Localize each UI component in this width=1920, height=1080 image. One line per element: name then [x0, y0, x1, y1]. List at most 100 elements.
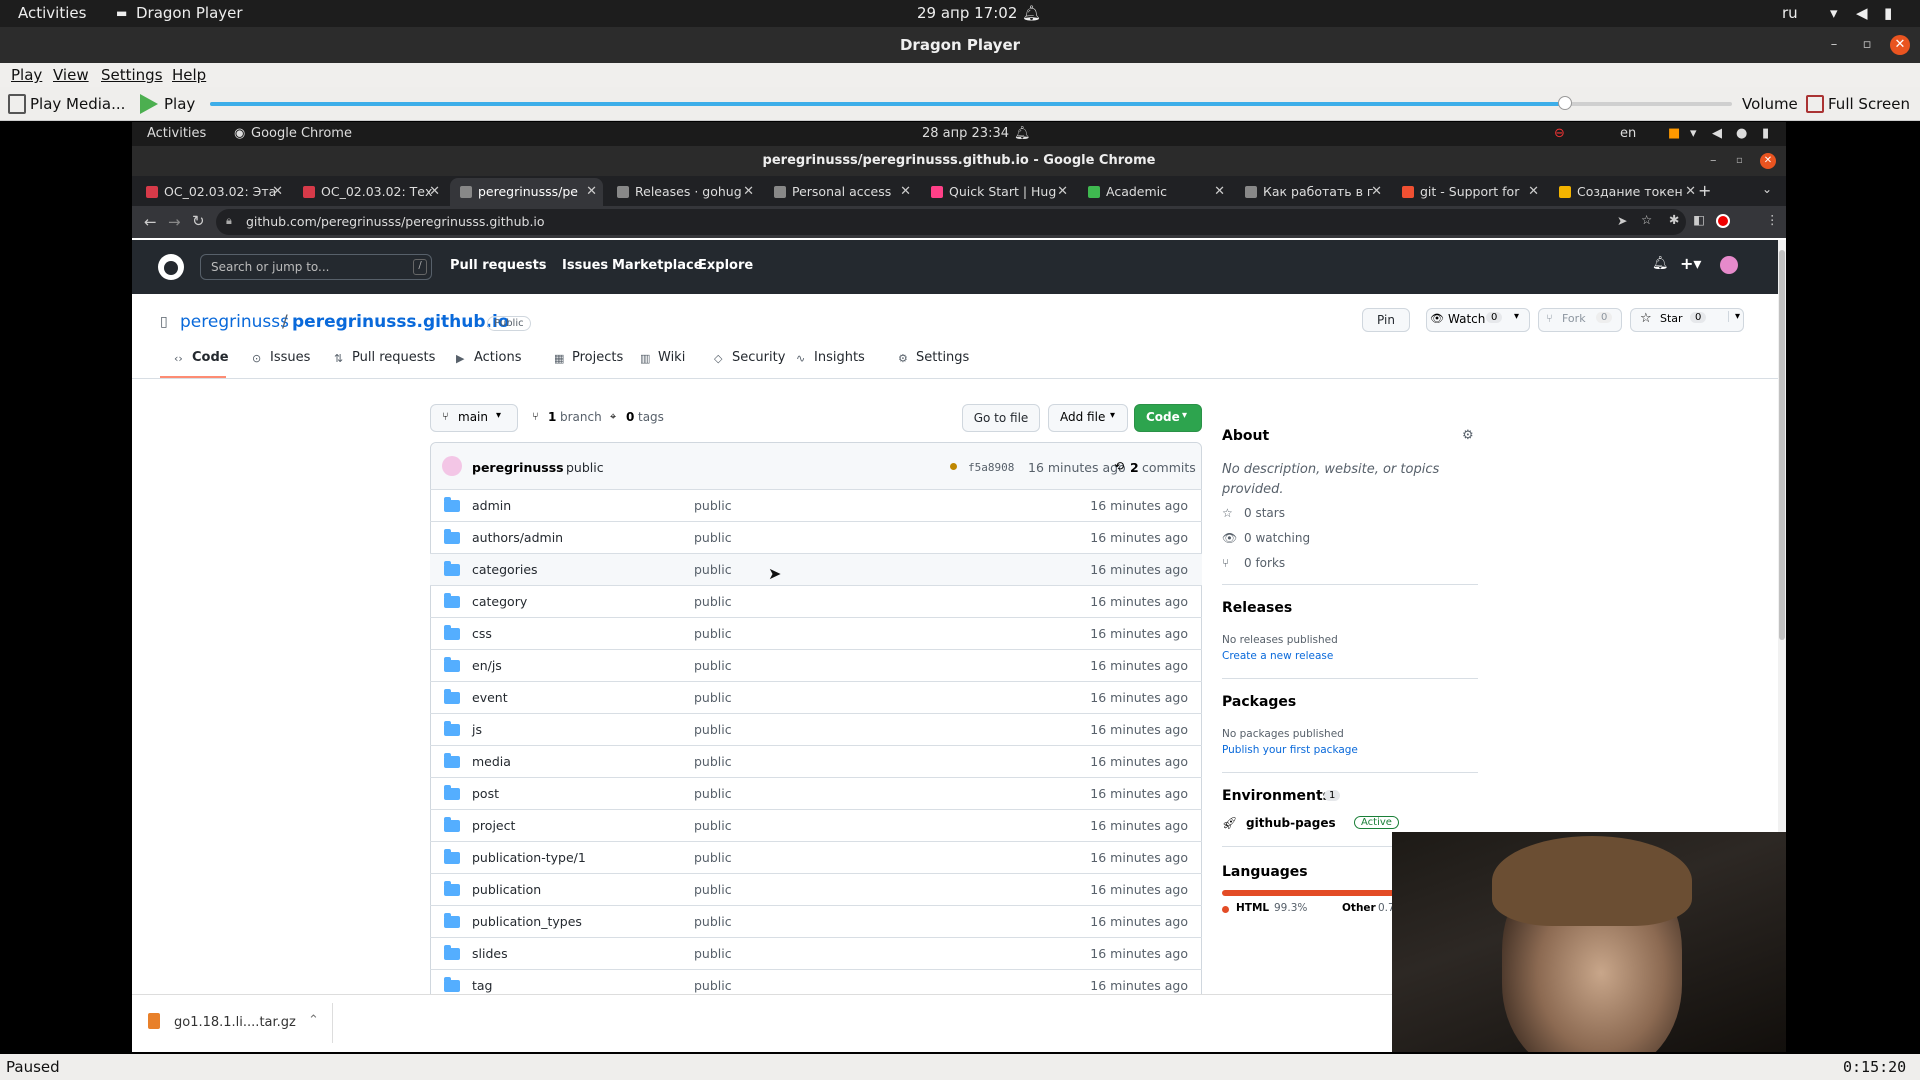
file-name[interactable]: publication [472, 882, 541, 897]
forks-link[interactable]: 0 forks [1244, 556, 1285, 570]
repo-name-link[interactable]: peregrinusss.github.io [292, 312, 509, 332]
file-name[interactable]: slides [472, 946, 508, 961]
table-row[interactable]: css public 16 minutes ago [430, 617, 1202, 649]
file-msg[interactable]: public [694, 626, 732, 641]
commit-count[interactable]: 2 [1130, 460, 1139, 475]
file-msg[interactable]: public [694, 722, 732, 737]
browser-tab[interactable]: git - Support for ✕ [1392, 178, 1545, 206]
tab-close-icon[interactable]: ✕ [1214, 178, 1225, 206]
sidepanel-icon[interactable]: ◧ [1693, 212, 1705, 227]
file-name[interactable]: js [472, 722, 482, 737]
repo-owner-link[interactable]: peregrinusss [180, 312, 289, 332]
url-field[interactable]: 🔒︎ github.com/peregrinusss/peregrinusss.… [216, 209, 1686, 235]
tab-actions[interactable]: Actions [474, 350, 522, 365]
file-name[interactable]: publication_types [472, 914, 582, 929]
tab-close-icon[interactable]: ✕ [586, 178, 597, 206]
browser-tab[interactable]: Создание токен ✕ [1549, 178, 1702, 206]
table-row[interactable]: categories public 16 minutes ago [430, 553, 1202, 585]
maximize-icon[interactable]: ▫ [1857, 35, 1877, 55]
nav-explore[interactable]: Explore [698, 258, 753, 273]
browser-tab[interactable]: Personal access ✕ [764, 178, 917, 206]
bookmark-star-icon[interactable]: ☆ [1641, 212, 1652, 227]
browser-tab[interactable]: ОС_02.03.02: Тех ✕ [293, 178, 446, 206]
tab-close-icon[interactable]: ✕ [429, 178, 440, 206]
extensions-icon[interactable]: ✱ [1669, 212, 1679, 227]
file-name[interactable]: event [472, 690, 508, 705]
tab-close-icon[interactable]: ✕ [1685, 178, 1696, 206]
tab-code[interactable]: Code [192, 350, 229, 365]
go-to-file-button[interactable]: Go to file [962, 404, 1040, 432]
nav-pull-requests[interactable]: Pull requests [450, 258, 547, 273]
forward-icon[interactable]: → [168, 213, 181, 231]
nav-marketplace[interactable]: Marketplace [612, 258, 703, 273]
file-msg[interactable]: public [694, 658, 732, 673]
create-new-icon[interactable]: +▾ [1680, 254, 1701, 273]
file-msg[interactable]: public [694, 754, 732, 769]
tab-security[interactable]: Security [732, 350, 785, 365]
commit-sha[interactable]: f5a8908 [968, 461, 1014, 474]
file-msg[interactable]: public [694, 914, 732, 929]
browser-tab[interactable]: Quick Start | Hug ✕ [921, 178, 1074, 206]
table-row[interactable]: media public 16 minutes ago [430, 745, 1202, 777]
browser-tab[interactable]: ОС_02.03.02: Эта ✕ [136, 178, 289, 206]
table-row[interactable]: slides public 16 minutes ago [430, 937, 1202, 969]
chrome-maximize-icon[interactable]: ▫ [1736, 146, 1743, 176]
new-tab-icon[interactable]: + [1698, 181, 1711, 200]
play-media-button[interactable]: Play Media... [30, 95, 125, 113]
back-icon[interactable]: ← [144, 213, 157, 231]
browser-tab[interactable]: Как работать в г ✕ [1235, 178, 1388, 206]
publish-package-link[interactable]: Publish your first package [1222, 744, 1358, 756]
file-msg[interactable]: public [694, 850, 732, 865]
packages-title[interactable]: Packages [1222, 694, 1296, 710]
fullscreen-button[interactable]: Full Screen [1828, 95, 1910, 113]
profile-icon[interactable] [1716, 214, 1730, 228]
commit-author[interactable]: peregrinusss [472, 460, 564, 475]
tab-close-icon[interactable]: ✕ [743, 178, 754, 206]
share-icon[interactable]: ➤ [1617, 213, 1627, 228]
nav-issues[interactable]: Issues [562, 258, 608, 273]
tab-insights[interactable]: Insights [814, 350, 865, 365]
table-row[interactable]: admin public 16 minutes ago [430, 489, 1202, 521]
file-msg[interactable]: public [694, 946, 732, 961]
file-name[interactable]: publication-type/1 [472, 850, 586, 865]
file-msg[interactable]: public [694, 690, 732, 705]
tab-projects[interactable]: Projects [572, 350, 623, 365]
menu-settings[interactable]: Settings [101, 66, 163, 84]
watch-dropdown-icon[interactable]: ▾ [1514, 311, 1519, 322]
file-msg[interactable]: public [694, 498, 732, 513]
search-input[interactable]: Search or jump to... / [200, 254, 432, 280]
environments-title[interactable]: Environments [1222, 788, 1331, 804]
avatar[interactable] [1720, 256, 1738, 274]
file-name[interactable]: en/js [472, 658, 502, 673]
commit-message[interactable]: public [566, 460, 604, 475]
clock[interactable]: 29 апр 17:02 [917, 4, 1017, 22]
table-row[interactable]: event public 16 minutes ago [430, 681, 1202, 713]
activities-button[interactable]: Activities [18, 4, 86, 22]
table-row[interactable]: publication public 16 minutes ago [430, 873, 1202, 905]
commit-count-label[interactable]: commits [1142, 460, 1196, 475]
minimize-icon[interactable]: – [1824, 35, 1844, 55]
environment-name[interactable]: github-pages [1246, 816, 1336, 830]
file-msg[interactable]: public [694, 786, 732, 801]
table-row[interactable]: publication-type/1 public 16 minutes ago [430, 841, 1202, 873]
branches-count[interactable]: 1 [548, 410, 556, 424]
file-msg[interactable]: public [694, 530, 732, 545]
play-button[interactable]: Play [164, 95, 195, 113]
file-name[interactable]: admin [472, 498, 511, 513]
download-filename[interactable]: go1.18.1.li....tar.gz [174, 1015, 296, 1030]
chrome-close-icon[interactable]: ✕ [1760, 153, 1776, 169]
chrome-menu-icon[interactable]: ⋮ [1766, 212, 1779, 227]
file-name[interactable]: authors/admin [472, 530, 563, 545]
browser-tab[interactable]: peregrinusss/pe ✕ [450, 178, 603, 206]
file-msg[interactable]: public [694, 978, 732, 993]
file-name[interactable]: project [472, 818, 515, 833]
about-settings-icon[interactable]: ⚙ [1462, 428, 1474, 443]
stars-link[interactable]: 0 stars [1244, 506, 1285, 520]
tab-close-icon[interactable]: ✕ [1371, 178, 1382, 206]
tab-close-icon[interactable]: ✕ [1528, 178, 1539, 206]
pin-button[interactable]: Pin [1362, 308, 1410, 332]
tab-settings[interactable]: Settings [916, 350, 969, 365]
file-name[interactable]: css [472, 626, 492, 641]
file-name[interactable]: category [472, 594, 527, 609]
menu-help[interactable]: Help [172, 66, 206, 84]
